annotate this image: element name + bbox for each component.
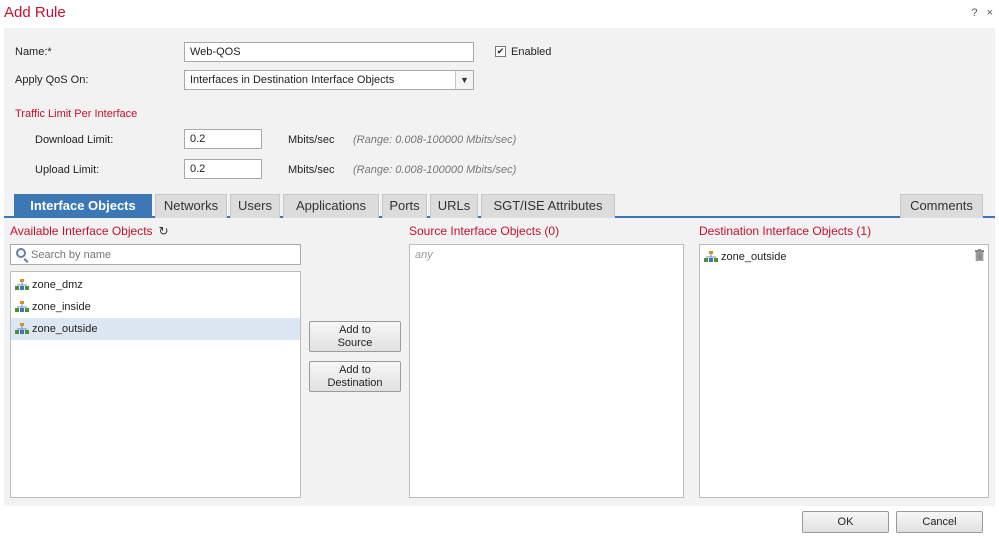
trash-icon[interactable] xyxy=(975,249,984,261)
source-placeholder: any xyxy=(415,249,433,261)
ok-button[interactable]: OK xyxy=(802,511,889,533)
source-objects-title: Source Interface Objects (0) xyxy=(409,224,560,238)
available-objects-list[interactable]: zone_dmz zone_inside zone_outside xyxy=(10,271,301,498)
list-item-label: zone_dmz xyxy=(32,279,83,291)
help-icon[interactable]: ? xyxy=(971,7,977,19)
refresh-icon[interactable]: ↻ xyxy=(159,224,169,238)
tab-users[interactable]: Users xyxy=(230,194,280,218)
apply-qos-select[interactable]: Interfaces in Destination Interface Obje… xyxy=(184,70,474,90)
chevron-down-icon: ▼ xyxy=(455,71,473,89)
destination-objects-title: Destination Interface Objects (1) xyxy=(699,224,872,238)
list-item-label: zone_inside xyxy=(32,301,91,313)
upload-unit: Mbits/sec xyxy=(288,164,335,176)
download-limit-field[interactable] xyxy=(184,129,262,149)
tab-applications[interactable]: Applications xyxy=(283,194,379,218)
add-to-source-line2: Source xyxy=(337,337,373,349)
network-zone-icon xyxy=(15,323,29,335)
tab-ports[interactable]: Ports xyxy=(382,194,427,218)
traffic-limit-heading: Traffic Limit Per Interface xyxy=(15,108,138,120)
close-icon[interactable]: × xyxy=(987,7,993,19)
download-range: (Range: 0.008-100000 Mbits/sec) xyxy=(353,134,517,146)
interface-objects-panel: Available Interface Objects ↻ zone_dmz zo… xyxy=(4,218,995,506)
list-item-label: zone_outside xyxy=(721,251,787,263)
tab-interface-objects[interactable]: Interface Objects xyxy=(14,194,152,218)
available-objects-title: Available Interface Objects ↻ xyxy=(10,224,169,238)
dialog-title: Add Rule xyxy=(4,4,66,21)
list-item[interactable]: zone_inside xyxy=(11,296,300,318)
destination-objects-list[interactable]: zone_outside xyxy=(699,244,989,498)
dialog-titlebar: Add Rule ? × xyxy=(0,0,999,28)
enabled-label: Enabled xyxy=(511,46,552,58)
download-unit: Mbits/sec xyxy=(288,134,335,146)
cancel-button[interactable]: Cancel xyxy=(896,511,983,533)
add-to-destination-button[interactable]: Add to Destination xyxy=(309,361,401,392)
network-zone-icon xyxy=(15,301,29,313)
add-to-source-button[interactable]: Add to Source xyxy=(309,321,401,352)
name-field[interactable] xyxy=(184,42,474,62)
name-label: Name:* xyxy=(15,46,52,58)
rule-form: Name:* ✔ Enabled Apply QoS On: Interface… xyxy=(4,28,995,190)
add-to-source-line1: Add to xyxy=(339,324,371,336)
upload-limit-field[interactable] xyxy=(184,159,262,179)
source-objects-list[interactable]: any xyxy=(409,244,684,498)
tab-networks[interactable]: Networks xyxy=(155,194,227,218)
add-to-destination-line1: Add to xyxy=(339,364,371,376)
tab-sgt-ise-attributes[interactable]: SGT/ISE Attributes xyxy=(481,194,615,218)
upload-limit-label: Upload Limit: xyxy=(35,164,100,176)
network-zone-icon xyxy=(704,251,718,263)
list-item[interactable]: zone_outside xyxy=(11,318,300,340)
enabled-checkbox[interactable]: ✔ xyxy=(495,46,506,57)
tab-comments[interactable]: Comments xyxy=(900,194,983,218)
search-icon xyxy=(16,248,26,258)
tab-urls[interactable]: URLs xyxy=(430,194,478,218)
network-zone-icon xyxy=(15,279,29,291)
download-limit-label: Download Limit: xyxy=(35,134,114,146)
apply-qos-value: Interfaces in Destination Interface Obje… xyxy=(190,74,395,86)
list-item[interactable]: zone_outside xyxy=(700,245,988,269)
list-item[interactable]: zone_dmz xyxy=(11,274,300,296)
tab-bar: Interface Objects Networks Users Applica… xyxy=(4,190,995,218)
available-objects-label: Available Interface Objects xyxy=(10,224,153,238)
search-box[interactable] xyxy=(10,244,301,265)
add-to-destination-line2: Destination xyxy=(327,377,383,389)
title-controls: ? × xyxy=(965,7,993,19)
list-item-label: zone_outside xyxy=(32,323,98,335)
search-input[interactable] xyxy=(31,247,296,262)
apply-qos-label: Apply QoS On: xyxy=(15,74,89,86)
upload-range: (Range: 0.008-100000 Mbits/sec) xyxy=(353,164,517,176)
